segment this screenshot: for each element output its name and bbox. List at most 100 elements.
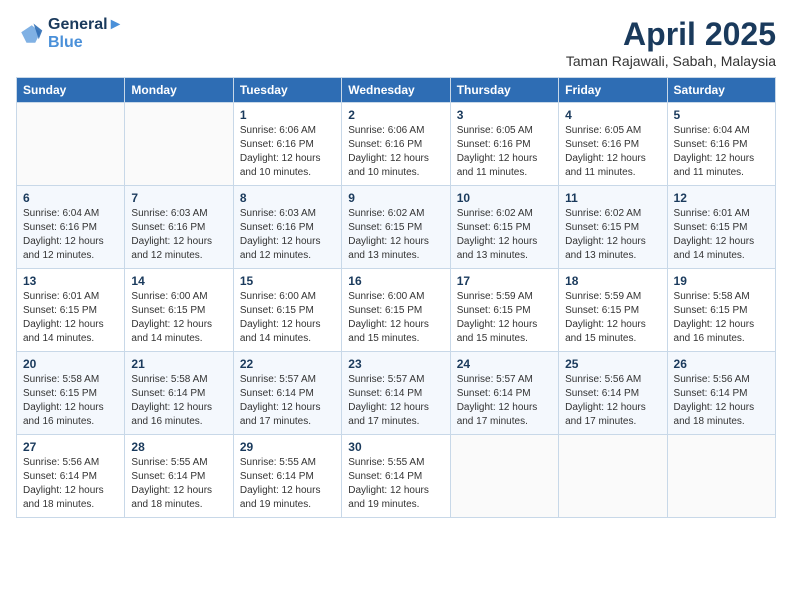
day-info: Sunrise: 5:55 AM Sunset: 6:14 PM Dayligh… — [131, 456, 226, 512]
header-wednesday: Wednesday — [342, 78, 450, 103]
calendar-cell: 29 Sunrise: 5:55 AM Sunset: 6:14 PM Dayli… — [233, 435, 341, 518]
calendar-cell: 7 Sunrise: 6:03 AM Sunset: 6:16 PM Daylig… — [125, 186, 233, 269]
calendar-cell — [667, 435, 775, 518]
day-number: 14 — [131, 274, 226, 288]
day-number: 21 — [131, 357, 226, 371]
day-info: Sunrise: 6:04 AM Sunset: 6:16 PM Dayligh… — [674, 124, 769, 180]
calendar-cell: 21 Sunrise: 5:58 AM Sunset: 6:14 PM Dayli… — [125, 352, 233, 435]
day-number: 22 — [240, 357, 335, 371]
day-number: 13 — [23, 274, 118, 288]
header-thursday: Thursday — [450, 78, 558, 103]
calendar-cell: 28 Sunrise: 5:55 AM Sunset: 6:14 PM Dayli… — [125, 435, 233, 518]
day-info: Sunrise: 6:05 AM Sunset: 6:16 PM Dayligh… — [457, 124, 552, 180]
day-number: 7 — [131, 191, 226, 205]
day-number: 2 — [348, 108, 443, 122]
calendar-cell: 27 Sunrise: 5:56 AM Sunset: 6:14 PM Dayli… — [17, 435, 125, 518]
day-info: Sunrise: 6:06 AM Sunset: 6:16 PM Dayligh… — [348, 124, 443, 180]
calendar-cell: 12 Sunrise: 6:01 AM Sunset: 6:15 PM Dayli… — [667, 186, 775, 269]
calendar-cell: 8 Sunrise: 6:03 AM Sunset: 6:16 PM Daylig… — [233, 186, 341, 269]
week-row-1: 1 Sunrise: 6:06 AM Sunset: 6:16 PM Daylig… — [17, 103, 776, 186]
day-info: Sunrise: 6:00 AM Sunset: 6:15 PM Dayligh… — [348, 290, 443, 346]
day-number: 15 — [240, 274, 335, 288]
calendar-cell: 4 Sunrise: 6:05 AM Sunset: 6:16 PM Daylig… — [559, 103, 667, 186]
calendar-cell — [17, 103, 125, 186]
calendar-cell: 6 Sunrise: 6:04 AM Sunset: 6:16 PM Daylig… — [17, 186, 125, 269]
day-info: Sunrise: 5:57 AM Sunset: 6:14 PM Dayligh… — [348, 373, 443, 429]
day-info: Sunrise: 6:02 AM Sunset: 6:15 PM Dayligh… — [457, 207, 552, 263]
calendar-cell: 14 Sunrise: 6:00 AM Sunset: 6:15 PM Dayli… — [125, 269, 233, 352]
day-info: Sunrise: 6:05 AM Sunset: 6:16 PM Dayligh… — [565, 124, 660, 180]
day-info: Sunrise: 6:01 AM Sunset: 6:15 PM Dayligh… — [674, 207, 769, 263]
day-number: 3 — [457, 108, 552, 122]
week-row-3: 13 Sunrise: 6:01 AM Sunset: 6:15 PM Dayli… — [17, 269, 776, 352]
day-number: 25 — [565, 357, 660, 371]
logo: General► Blue — [16, 16, 123, 52]
month-year-title: April 2025 — [566, 16, 776, 53]
day-number: 16 — [348, 274, 443, 288]
calendar-cell: 19 Sunrise: 5:58 AM Sunset: 6:15 PM Dayli… — [667, 269, 775, 352]
calendar-cell — [450, 435, 558, 518]
calendar-cell: 13 Sunrise: 6:01 AM Sunset: 6:15 PM Dayli… — [17, 269, 125, 352]
day-number: 19 — [674, 274, 769, 288]
header-sunday: Sunday — [17, 78, 125, 103]
day-info: Sunrise: 5:56 AM Sunset: 6:14 PM Dayligh… — [674, 373, 769, 429]
title-block: April 2025 Taman Rajawali, Sabah, Malays… — [566, 16, 776, 69]
day-info: Sunrise: 5:59 AM Sunset: 6:15 PM Dayligh… — [457, 290, 552, 346]
day-number: 5 — [674, 108, 769, 122]
day-info: Sunrise: 5:55 AM Sunset: 6:14 PM Dayligh… — [348, 456, 443, 512]
calendar-header-row: Sunday Monday Tuesday Wednesday Thursday… — [17, 78, 776, 103]
calendar-cell: 30 Sunrise: 5:55 AM Sunset: 6:14 PM Dayli… — [342, 435, 450, 518]
day-number: 24 — [457, 357, 552, 371]
calendar-cell: 24 Sunrise: 5:57 AM Sunset: 6:14 PM Dayli… — [450, 352, 558, 435]
calendar-cell: 11Sunrise: 6:02 AM Sunset: 6:15 PM Dayli… — [559, 186, 667, 269]
day-info: Sunrise: 6:06 AM Sunset: 6:16 PM Dayligh… — [240, 124, 335, 180]
day-number: 8 — [240, 191, 335, 205]
day-number: 1 — [240, 108, 335, 122]
calendar-cell — [125, 103, 233, 186]
calendar-cell: 20 Sunrise: 5:58 AM Sunset: 6:15 PM Dayli… — [17, 352, 125, 435]
day-info: Sunrise: 6:00 AM Sunset: 6:15 PM Dayligh… — [131, 290, 226, 346]
day-number: 23 — [348, 357, 443, 371]
header-monday: Monday — [125, 78, 233, 103]
day-info: Sunrise: 6:02 AM Sunset: 6:15 PM Dayligh… — [565, 207, 660, 263]
day-info: Sunrise: 6:03 AM Sunset: 6:16 PM Dayligh… — [131, 207, 226, 263]
day-info: Sunrise: 5:58 AM Sunset: 6:15 PM Dayligh… — [674, 290, 769, 346]
day-number: 30 — [348, 440, 443, 454]
week-row-4: 20 Sunrise: 5:58 AM Sunset: 6:15 PM Dayli… — [17, 352, 776, 435]
day-info: Sunrise: 5:57 AM Sunset: 6:14 PM Dayligh… — [240, 373, 335, 429]
header-saturday: Saturday — [667, 78, 775, 103]
day-number: 28 — [131, 440, 226, 454]
day-number: 6 — [23, 191, 118, 205]
day-number: 12 — [674, 191, 769, 205]
day-info: Sunrise: 5:56 AM Sunset: 6:14 PM Dayligh… — [23, 456, 118, 512]
calendar-cell: 25 Sunrise: 5:56 AM Sunset: 6:14 PM Dayli… — [559, 352, 667, 435]
calendar-cell: 3 Sunrise: 6:05 AM Sunset: 6:16 PM Daylig… — [450, 103, 558, 186]
header: General► Blue April 2025 Taman Rajawali,… — [16, 16, 776, 69]
day-number: 20 — [23, 357, 118, 371]
day-number: 27 — [23, 440, 118, 454]
day-info: Sunrise: 5:56 AM Sunset: 6:14 PM Dayligh… — [565, 373, 660, 429]
day-number: 17 — [457, 274, 552, 288]
day-info: Sunrise: 6:04 AM Sunset: 6:16 PM Dayligh… — [23, 207, 118, 263]
calendar-cell: 15 Sunrise: 6:00 AM Sunset: 6:15 PM Dayli… — [233, 269, 341, 352]
day-info: Sunrise: 5:58 AM Sunset: 6:14 PM Dayligh… — [131, 373, 226, 429]
week-row-5: 27 Sunrise: 5:56 AM Sunset: 6:14 PM Dayli… — [17, 435, 776, 518]
calendar-table: Sunday Monday Tuesday Wednesday Thursday… — [16, 77, 776, 518]
day-info: Sunrise: 6:01 AM Sunset: 6:15 PM Dayligh… — [23, 290, 118, 346]
day-number: 4 — [565, 108, 660, 122]
day-info: Sunrise: 5:55 AM Sunset: 6:14 PM Dayligh… — [240, 456, 335, 512]
calendar-cell: 23 Sunrise: 5:57 AM Sunset: 6:14 PM Dayli… — [342, 352, 450, 435]
day-info: Sunrise: 6:03 AM Sunset: 6:16 PM Dayligh… — [240, 207, 335, 263]
day-number: 9 — [348, 191, 443, 205]
day-info: Sunrise: 5:57 AM Sunset: 6:14 PM Dayligh… — [457, 373, 552, 429]
calendar-cell: 22 Sunrise: 5:57 AM Sunset: 6:14 PM Dayli… — [233, 352, 341, 435]
calendar-cell: 2 Sunrise: 6:06 AM Sunset: 6:16 PM Daylig… — [342, 103, 450, 186]
day-info: Sunrise: 6:00 AM Sunset: 6:15 PM Dayligh… — [240, 290, 335, 346]
day-info: Sunrise: 5:58 AM Sunset: 6:15 PM Dayligh… — [23, 373, 118, 429]
calendar-cell: 26 Sunrise: 5:56 AM Sunset: 6:14 PM Dayli… — [667, 352, 775, 435]
calendar-cell: 5 Sunrise: 6:04 AM Sunset: 6:16 PM Daylig… — [667, 103, 775, 186]
day-number: 29 — [240, 440, 335, 454]
calendar-cell: 1 Sunrise: 6:06 AM Sunset: 6:16 PM Daylig… — [233, 103, 341, 186]
day-number: 26 — [674, 357, 769, 371]
calendar-cell: 17 Sunrise: 5:59 AM Sunset: 6:15 PM Dayli… — [450, 269, 558, 352]
